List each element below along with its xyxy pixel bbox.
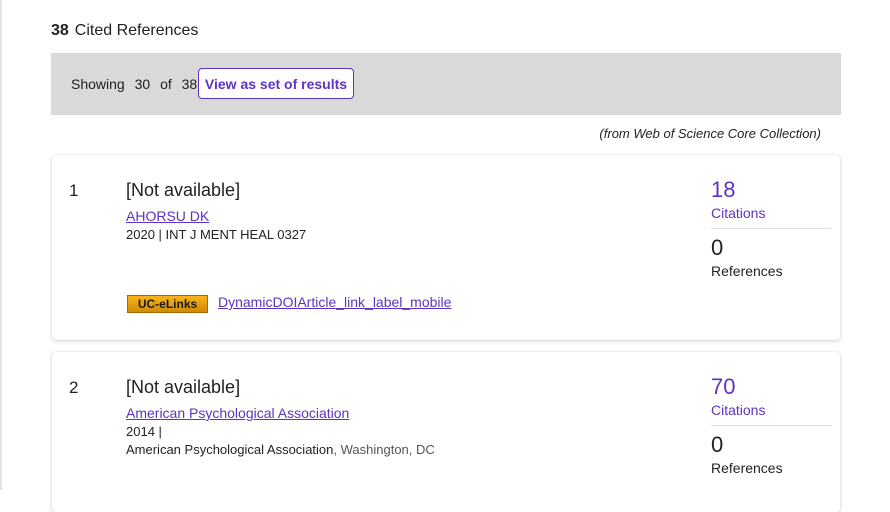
citations-label-link[interactable]: Citations — [711, 205, 765, 221]
record-number: 2 — [69, 378, 79, 397]
reference-card: 2 [Not available] American Psychological… — [52, 352, 840, 512]
record-title: [Not available] — [126, 180, 241, 200]
record-location: , Washington, DC — [333, 442, 435, 457]
showing-current: 30 — [134, 76, 151, 92]
record-publisher-line: American Psychological Association, Wash… — [126, 442, 435, 457]
uc-elinks-button[interactable]: UC-eLinks — [127, 295, 208, 313]
showing-label: Showing — [71, 76, 125, 92]
citations-count-link[interactable]: 70 — [711, 374, 735, 400]
cited-references-heading: 38 Cited References — [51, 22, 198, 40]
cited-references-count: 38 — [51, 22, 69, 39]
citations-label-link[interactable]: Citations — [711, 402, 765, 418]
view-as-set-button[interactable]: View as set of results — [198, 68, 354, 99]
references-label: References — [711, 460, 783, 476]
references-count: 0 — [711, 432, 724, 457]
stat-divider — [711, 228, 831, 229]
references-label: References — [711, 263, 783, 279]
source-note: (from Web of Science Core Collection) — [599, 126, 821, 141]
record-meta: 2020 | INT J MENT HEAL 0327 — [126, 227, 307, 242]
record-publisher: American Psychological Association — [126, 442, 334, 457]
stat-divider — [711, 425, 831, 426]
dynamic-doi-link[interactable]: DynamicDOIArticle_link_label_mobile — [218, 294, 451, 310]
showing-of: of — [160, 76, 172, 92]
reference-card: 1 [Not available] AHORSU DK 2020 | INT J… — [52, 155, 840, 340]
record-author-link[interactable]: American Psychological Association — [126, 405, 349, 421]
record-author-link[interactable]: AHORSU DK — [126, 208, 209, 224]
left-border — [0, 0, 2, 490]
record-number: 1 — [69, 181, 79, 200]
showing-summary: Showing 30 of 38 — [71, 76, 203, 92]
record-title: [Not available] — [126, 377, 241, 397]
showing-bar: Showing 30 of 38 View as set of results — [51, 53, 841, 115]
cited-references-title: Cited References — [74, 22, 199, 39]
record-meta-year: 2014 | — [126, 424, 162, 439]
showing-total: 38 — [181, 76, 198, 92]
references-count: 0 — [711, 235, 724, 260]
citations-count-link[interactable]: 18 — [711, 177, 735, 203]
